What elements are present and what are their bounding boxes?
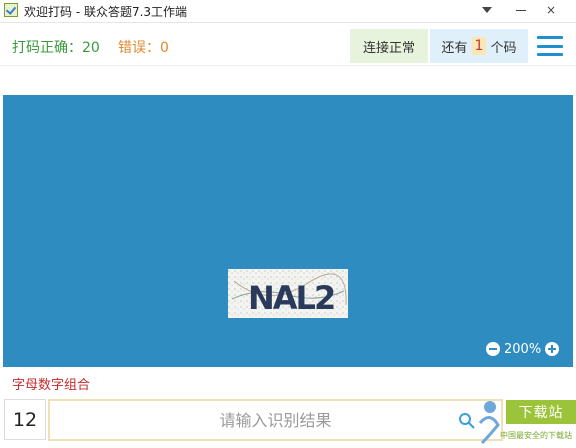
chevron-down-icon [482, 7, 492, 13]
connection-status: 连接正常 [350, 29, 428, 63]
menu-button[interactable] [537, 36, 563, 56]
zoom-in-icon[interactable] [545, 342, 560, 356]
watermark-figure-icon [478, 401, 500, 445]
remaining-prefix: 还有 [441, 40, 468, 56]
watermark-subtitle: 中国最安全的下载站 [500, 431, 572, 440]
window-title: 欢迎打码 - 联众答题7.3工作端 [24, 5, 188, 19]
captcha-type-label: 字母数字组合 [12, 378, 91, 393]
zoom-control: 200% [486, 340, 560, 358]
minimize-button[interactable] [510, 0, 532, 20]
correct-count: 打码正确：20 [12, 40, 100, 56]
captcha-image: NAL2 [228, 269, 348, 318]
answer-input[interactable] [48, 399, 503, 441]
remaining-queue: 还有 1 个码 [430, 29, 528, 63]
status-bar: 打码正确：20 错误：0 连接正常 还有 1 个码 [0, 25, 576, 66]
captcha-text: NAL2 [248, 279, 334, 317]
watermark-badge: 下载站 [506, 400, 576, 424]
watermark-logo: 下载站 中国最安全的下载站 [470, 397, 576, 448]
char-count-box: 12 [4, 399, 46, 440]
remaining-suffix: 个码 [490, 40, 517, 56]
error-count: 错误：0 [118, 40, 169, 56]
app-icon [4, 3, 18, 17]
menu-icon-bar [537, 44, 563, 48]
menu-icon-bar [537, 53, 563, 56]
zoom-level: 200% [504, 341, 542, 357]
title-bar: 欢迎打码 - 联众答题7.3工作端 × [0, 0, 576, 23]
zoom-out-icon[interactable] [486, 342, 500, 356]
dropdown-button[interactable] [476, 0, 498, 20]
close-button[interactable]: × [540, 0, 562, 20]
remaining-count: 1 [471, 37, 487, 55]
menu-icon-bar [537, 36, 563, 39]
captcha-panel: NAL2 200% [3, 95, 573, 367]
captcha-graphic: NAL2 [228, 269, 348, 318]
